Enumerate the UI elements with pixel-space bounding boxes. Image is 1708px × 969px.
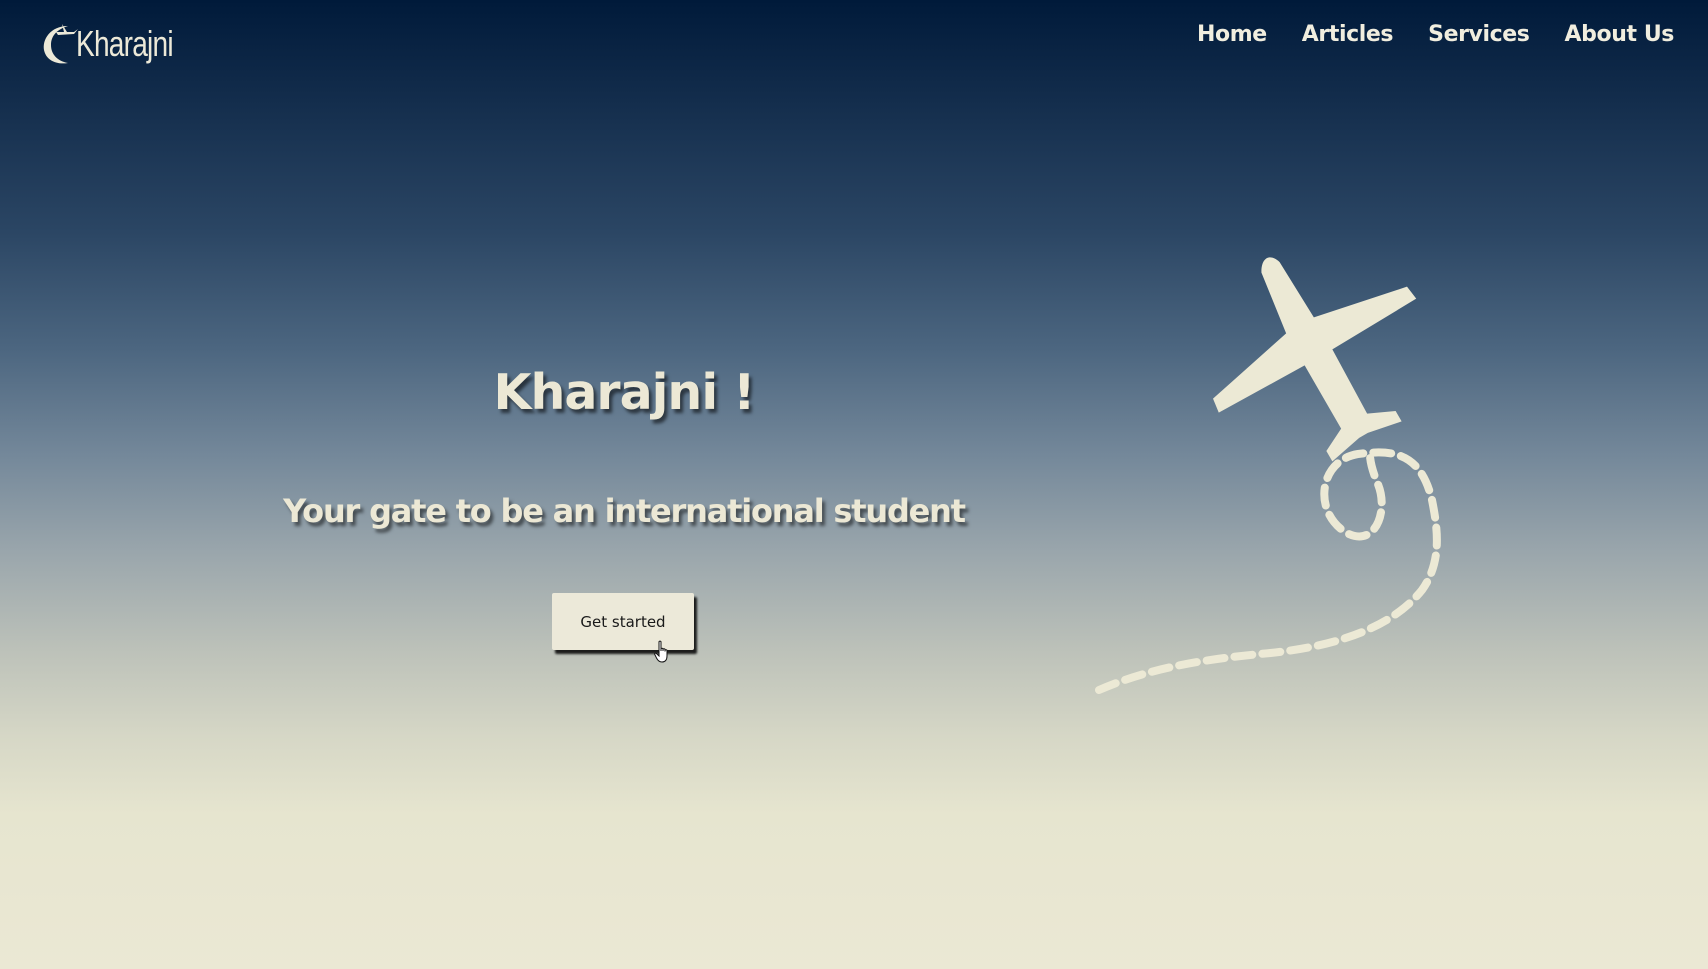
nav-about-us[interactable]: About Us	[1565, 22, 1675, 47]
hero-title: Kharajni !	[493, 364, 755, 421]
brand-logo[interactable]: Kharajni	[40, 14, 200, 66]
main-nav: Home Articles Services About Us	[1197, 22, 1674, 47]
nav-articles[interactable]: Articles	[1302, 22, 1394, 47]
crescent-plane-icon	[43, 24, 78, 64]
brand-name: Kharajni	[76, 23, 174, 64]
nav-home[interactable]: Home	[1197, 22, 1267, 47]
airplane-icon	[1095, 257, 1441, 694]
get-started-button[interactable]: Get started	[552, 593, 694, 650]
hand-pointer-icon	[654, 640, 668, 663]
nav-services[interactable]: Services	[1428, 22, 1530, 47]
hero-subtitle: Your gate to be an international student	[283, 492, 966, 530]
